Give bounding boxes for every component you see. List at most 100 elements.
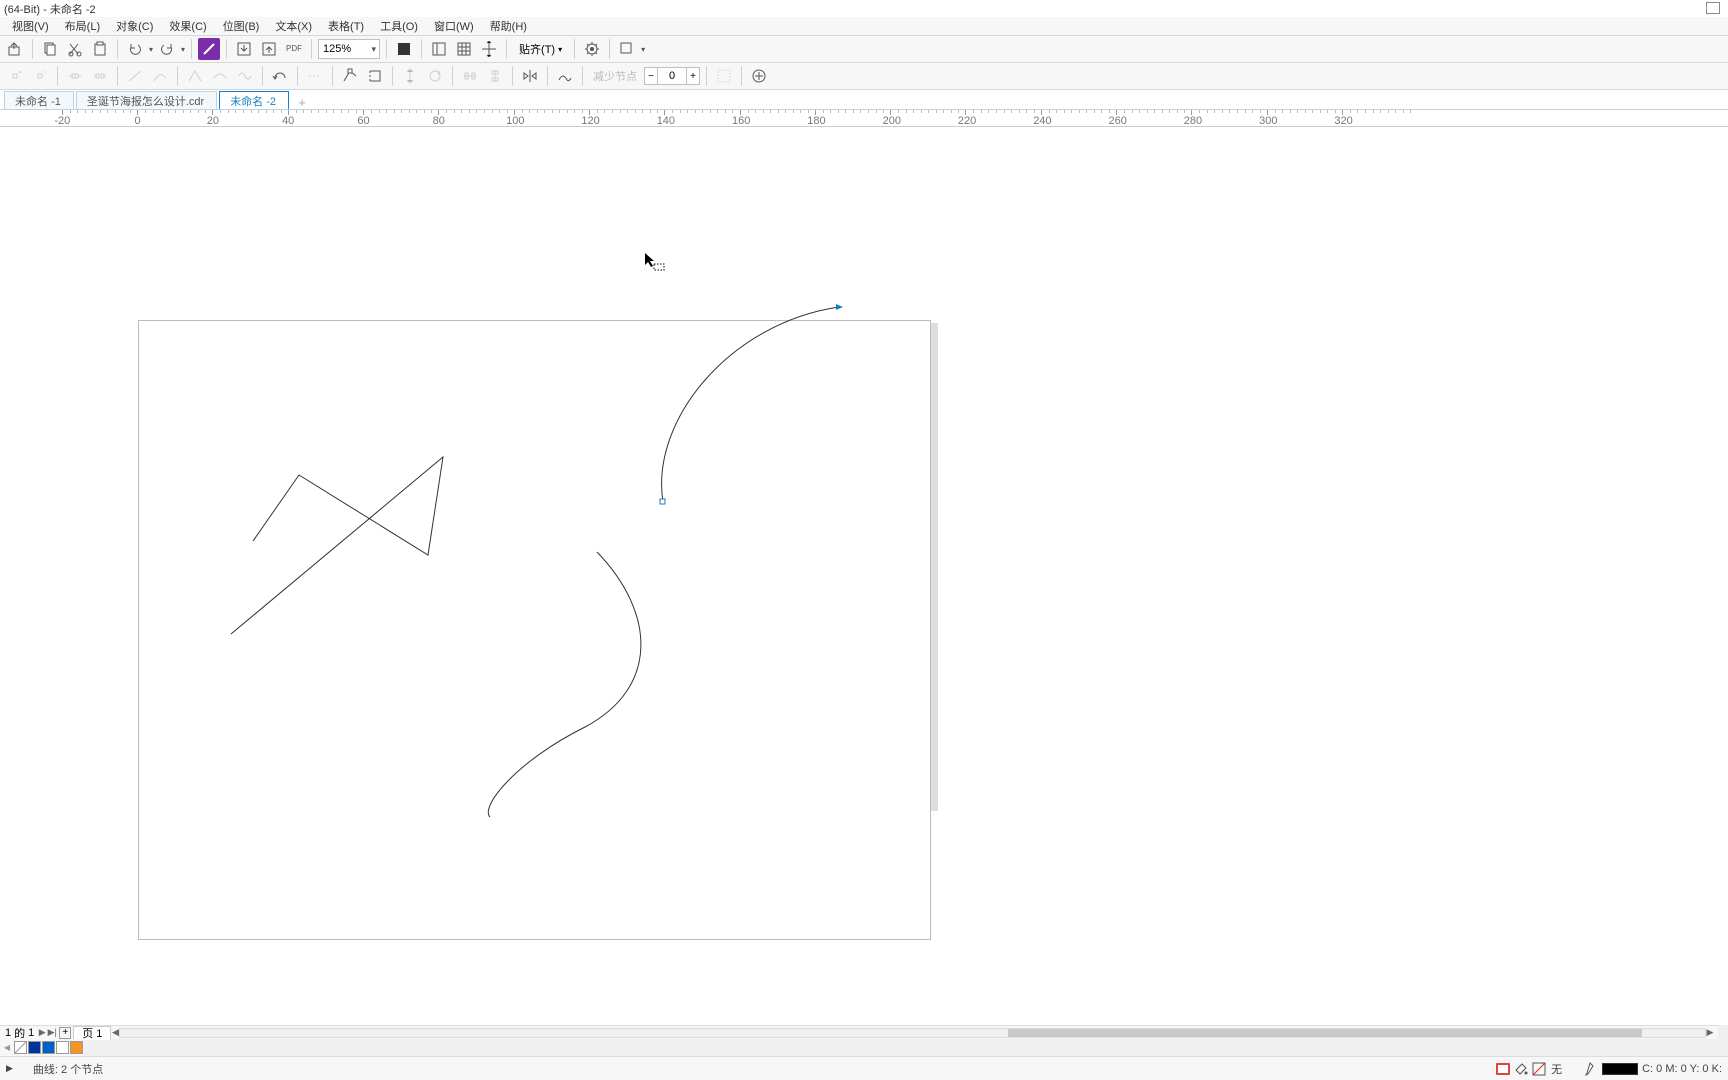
swatch-3[interactable]: [70, 1041, 83, 1054]
title-bar: (64-Bit) - 未命名 -2: [0, 0, 1728, 17]
reflect-horiz-icon[interactable]: [519, 65, 541, 87]
ruler-tick: 40: [280, 110, 296, 127]
pdf-icon[interactable]: PDF: [283, 38, 305, 60]
outline-pen-icon[interactable]: [1584, 1062, 1596, 1076]
symmetrical-node-icon: [234, 65, 256, 87]
to-line-icon: [124, 65, 146, 87]
page-next-icon[interactable]: ▶: [37, 1027, 47, 1038]
fill-icon[interactable]: [198, 38, 220, 60]
add-page-icon[interactable]: +: [59, 1027, 71, 1039]
reverse-curve-icon[interactable]: [269, 65, 291, 87]
page-last-icon[interactable]: ▶|: [47, 1027, 57, 1038]
canvas[interactable]: [0, 127, 1728, 1025]
zoom-value: 125%: [323, 43, 351, 55]
ruler-tick: -20: [54, 110, 70, 127]
extract-subpath-icon[interactable]: [339, 65, 361, 87]
separator: [226, 39, 227, 59]
copy-icon[interactable]: [39, 38, 61, 60]
reduce-nodes-spinner[interactable]: − 0 +: [644, 67, 700, 85]
ruler-tick: 320: [1334, 110, 1350, 127]
menu-window[interactable]: 窗口(W): [426, 16, 482, 36]
add-node-icon: [4, 65, 26, 87]
hscroll-right-icon[interactable]: ▶: [1705, 1027, 1715, 1038]
menu-layout[interactable]: 布局(L): [57, 16, 108, 36]
menu-view[interactable]: 视图(V): [4, 16, 57, 36]
curve-object-selected[interactable]: [655, 305, 665, 315]
ruler-tick: 0: [130, 110, 146, 127]
menu-table[interactable]: 表格(T): [320, 16, 372, 36]
ruler-tick: 20: [205, 110, 221, 127]
status-play-icon[interactable]: ▶: [6, 1063, 13, 1074]
grid-icon[interactable]: [453, 38, 475, 60]
separator: [706, 66, 707, 86]
launch-icon[interactable]: [616, 38, 638, 60]
snap-grid-icon[interactable]: [428, 38, 450, 60]
menu-bitmap[interactable]: 位图(B): [215, 16, 268, 36]
paste-icon[interactable]: [89, 38, 111, 60]
zoom-level-select[interactable]: 125%: [318, 39, 380, 59]
fill-bucket-icon[interactable]: [1514, 1062, 1528, 1076]
status-selection: 曲线: 2 个节点: [33, 1061, 103, 1077]
bounding-box-icon[interactable]: [748, 65, 770, 87]
horizontal-ruler[interactable]: -200204060801001201401601802002202402602…: [0, 110, 1728, 127]
doc-tab-1[interactable]: 圣诞节海报怎么设计.cdr: [76, 91, 217, 109]
separator: [32, 39, 33, 59]
menu-object[interactable]: 对象(C): [108, 16, 161, 36]
hscroll-thumb[interactable]: [1008, 1029, 1642, 1037]
ruler-tick: 80: [431, 110, 447, 127]
separator: [297, 66, 298, 86]
hscroll-left-icon[interactable]: ◀: [110, 1027, 120, 1038]
to-curve-icon: [149, 65, 171, 87]
redo-icon[interactable]: [156, 38, 178, 60]
separator: [547, 66, 548, 86]
doc-tab-2[interactable]: 未命名 -2: [219, 91, 289, 109]
palette-left-icon[interactable]: ◀: [2, 1043, 12, 1052]
export-up-icon[interactable]: [258, 38, 280, 60]
add-tab-button[interactable]: +: [295, 95, 309, 109]
color-palette: ◀: [0, 1039, 84, 1056]
menu-tools[interactable]: 工具(O): [372, 16, 426, 36]
color-proof-icon[interactable]: [1496, 1063, 1510, 1075]
swatch-2[interactable]: [56, 1041, 69, 1054]
undo-icon[interactable]: [124, 38, 146, 60]
close-curve-icon[interactable]: [364, 65, 386, 87]
menu-help[interactable]: 帮助(H): [482, 16, 535, 36]
menu-effect[interactable]: 效果(C): [161, 16, 214, 36]
export-icon[interactable]: [4, 38, 26, 60]
fullscreen-icon[interactable]: [393, 38, 415, 60]
property-bar: 减少节点 − 0 +: [0, 63, 1728, 90]
polyline-object[interactable]: [228, 435, 238, 445]
spinner-increment[interactable]: +: [686, 67, 700, 85]
menu-text[interactable]: 文本(X): [267, 16, 320, 36]
ruler-tick: 160: [732, 110, 748, 127]
ruler-tick: 220: [958, 110, 974, 127]
page-shadow: [931, 323, 938, 811]
snap-menu[interactable]: 贴齐(T)▾: [513, 39, 568, 59]
separator: [332, 66, 333, 86]
hscroll-track[interactable]: ◀ ▶: [119, 1028, 1706, 1038]
swatch-1[interactable]: [42, 1041, 55, 1054]
ruler-tick: 300: [1259, 110, 1275, 127]
cut-icon[interactable]: [64, 38, 86, 60]
elastic-mode-icon[interactable]: [554, 65, 576, 87]
separator: [582, 66, 583, 86]
status-bar: ▶ 曲线: 2 个节点 无 C: 0 M: 0 Y: 0 K:: [0, 1056, 1728, 1080]
import-icon[interactable]: [233, 38, 255, 60]
ruler-tick: 60: [356, 110, 372, 127]
doc-tab-0[interactable]: 未命名 -1: [4, 91, 74, 109]
separator: [512, 66, 513, 86]
break-node-icon: [89, 65, 111, 87]
guides-icon[interactable]: [478, 38, 500, 60]
swatch-0[interactable]: [28, 1041, 41, 1054]
outline-swatch[interactable]: [1602, 1063, 1638, 1075]
spinner-decrement[interactable]: −: [644, 67, 658, 85]
page-tab[interactable]: 页 1: [73, 1026, 111, 1040]
separator: [311, 39, 312, 59]
cusp-node-icon: [184, 65, 206, 87]
window-restore-icon[interactable]: [1706, 2, 1720, 14]
options-icon[interactable]: [581, 38, 603, 60]
swatch-none[interactable]: [14, 1041, 27, 1054]
s-curve-object[interactable]: [485, 552, 495, 562]
ruler-tick: 100: [506, 110, 522, 127]
separator: [262, 66, 263, 86]
